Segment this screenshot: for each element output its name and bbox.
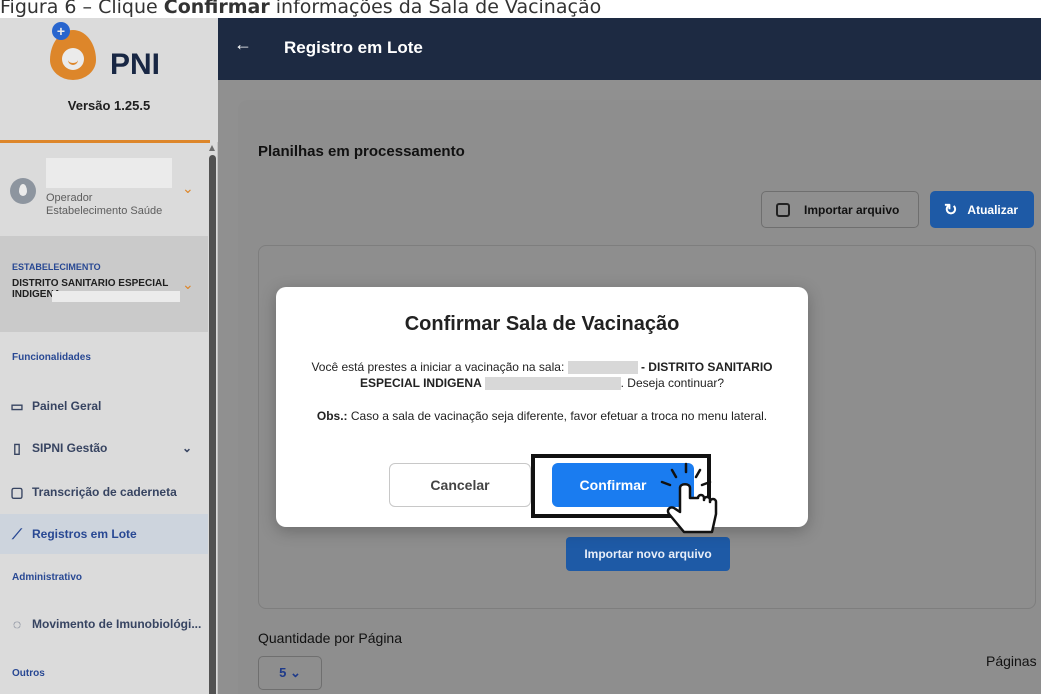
- dialog-title: Confirmar Sala de Vacinação: [404, 313, 680, 335]
- redacted-district: [484, 377, 621, 391]
- refresh-button[interactable]: ↻ Atualizar: [930, 191, 1034, 228]
- import-file-label: Importar arquivo: [804, 202, 900, 217]
- panel-title: Planilhas em processamento: [258, 143, 465, 160]
- dialog-note: Obs.: Caso a sala de vacinação seja dife…: [276, 409, 808, 423]
- page-size-label: Quantidade por Página: [258, 630, 402, 646]
- figure-caption: Figura 6 – Clique Confirmar informações …: [0, 0, 1041, 18]
- message-bold-2: ESPECIAL INDIGENA: [359, 376, 485, 390]
- page-size-value: 5: [279, 665, 287, 680]
- import-file-button[interactable]: Importar arquivo: [761, 191, 919, 228]
- caption-prefix: Figura 6 – Clique: [0, 0, 164, 18]
- caption-suffix: informações da Sala de Vacinação: [269, 0, 602, 18]
- cancel-button[interactable]: Cancelar: [389, 463, 531, 507]
- import-new-file-button[interactable]: Importar novo arquivo: [566, 537, 730, 571]
- refresh-icon: ↻: [944, 201, 958, 219]
- page-title: Registro em Lote: [284, 38, 423, 57]
- refresh-label: Atualizar: [967, 202, 1019, 217]
- caption-bold: Confirmar: [163, 0, 270, 18]
- back-arrow-icon[interactable]: ←: [234, 34, 252, 55]
- message-bold-1: - DISTRITO SANITARIO: [637, 360, 773, 374]
- note-label: Obs.:: [316, 409, 348, 423]
- page-size-select[interactable]: 5 ⌄: [258, 656, 322, 690]
- message-text-1: Você está prestes a iniciar a vacinação …: [311, 360, 568, 374]
- pointer-hand-icon: [660, 462, 718, 534]
- dialog-message: Você está prestes a iniciar a vacinação …: [288, 359, 796, 391]
- modal-backdrop[interactable]: [0, 0, 218, 694]
- upload-icon: [776, 202, 790, 217]
- chevron-down-icon: ⌄: [289, 665, 301, 680]
- note-text: Caso a sala de vacinação seja diferente,…: [347, 409, 768, 423]
- message-text-2: . Deseja continuar?: [620, 376, 725, 390]
- redacted-room: [567, 361, 638, 375]
- pages-label: Páginas: [986, 653, 1037, 669]
